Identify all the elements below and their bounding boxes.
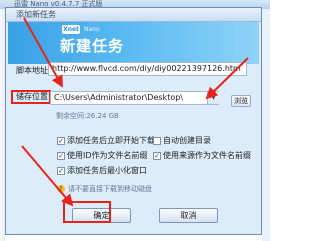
option-auto-create-dir-label[interactable]: 自动创建目录 (163, 136, 211, 146)
option-minimize-label[interactable]: 添加任务后最小化窗口 (67, 166, 147, 176)
dropdown-arrow-icon[interactable]: ▼ (207, 92, 219, 104)
option-start-immediately-checkbox[interactable]: ✓ (57, 137, 65, 145)
dialog-title: 添加新任务 (16, 10, 56, 19)
option-start-immediately-label[interactable]: 添加任务后立即开始下载 (67, 136, 155, 146)
banner-title: 新建任务 (60, 37, 125, 55)
warning-icon: ! (57, 185, 65, 193)
dialog-titlebar[interactable]: 添加新任务 (6, 8, 261, 22)
option-auto-create-dir-checkbox[interactable] (153, 137, 161, 145)
dialog-banner: Xnet Nano 新建任务 (8, 22, 259, 64)
free-space-text: 剩余空间:26.24 GB (56, 112, 119, 120)
ok-button-highlight (63, 201, 111, 223)
info-text: 请不要直接下载到移动磁盘 (68, 185, 152, 193)
option-id-prefix-checkbox[interactable]: ✓ (57, 152, 65, 160)
option-source-prefix-checkbox[interactable]: ✓ (153, 152, 161, 160)
option-source-prefix-label[interactable]: 使用来源作为文件名前缀 (163, 151, 251, 161)
url-label: 脚本地址: (16, 66, 51, 75)
new-task-dialog: 添加新任务 Xnet Nano 新建任务 (5, 7, 262, 235)
save-path-label-highlight (11, 90, 51, 104)
url-field[interactable]: http://www.flvcd.com/diy/diy00221397126.… (48, 62, 247, 76)
save-path-combobox[interactable]: C:\Users\Administrator\Desktop\ (50, 91, 219, 105)
browse-button[interactable]: 浏览 (231, 95, 251, 107)
option-minimize-checkbox[interactable]: ✓ (57, 167, 65, 175)
brand-logo: Xnet (62, 25, 80, 34)
brand-name: Nano (84, 26, 100, 33)
cancel-button[interactable]: 取消 (159, 208, 218, 223)
option-id-prefix-label[interactable]: 使用ID作为文件名前缀 (67, 151, 148, 161)
app-right-edge (262, 9, 270, 241)
